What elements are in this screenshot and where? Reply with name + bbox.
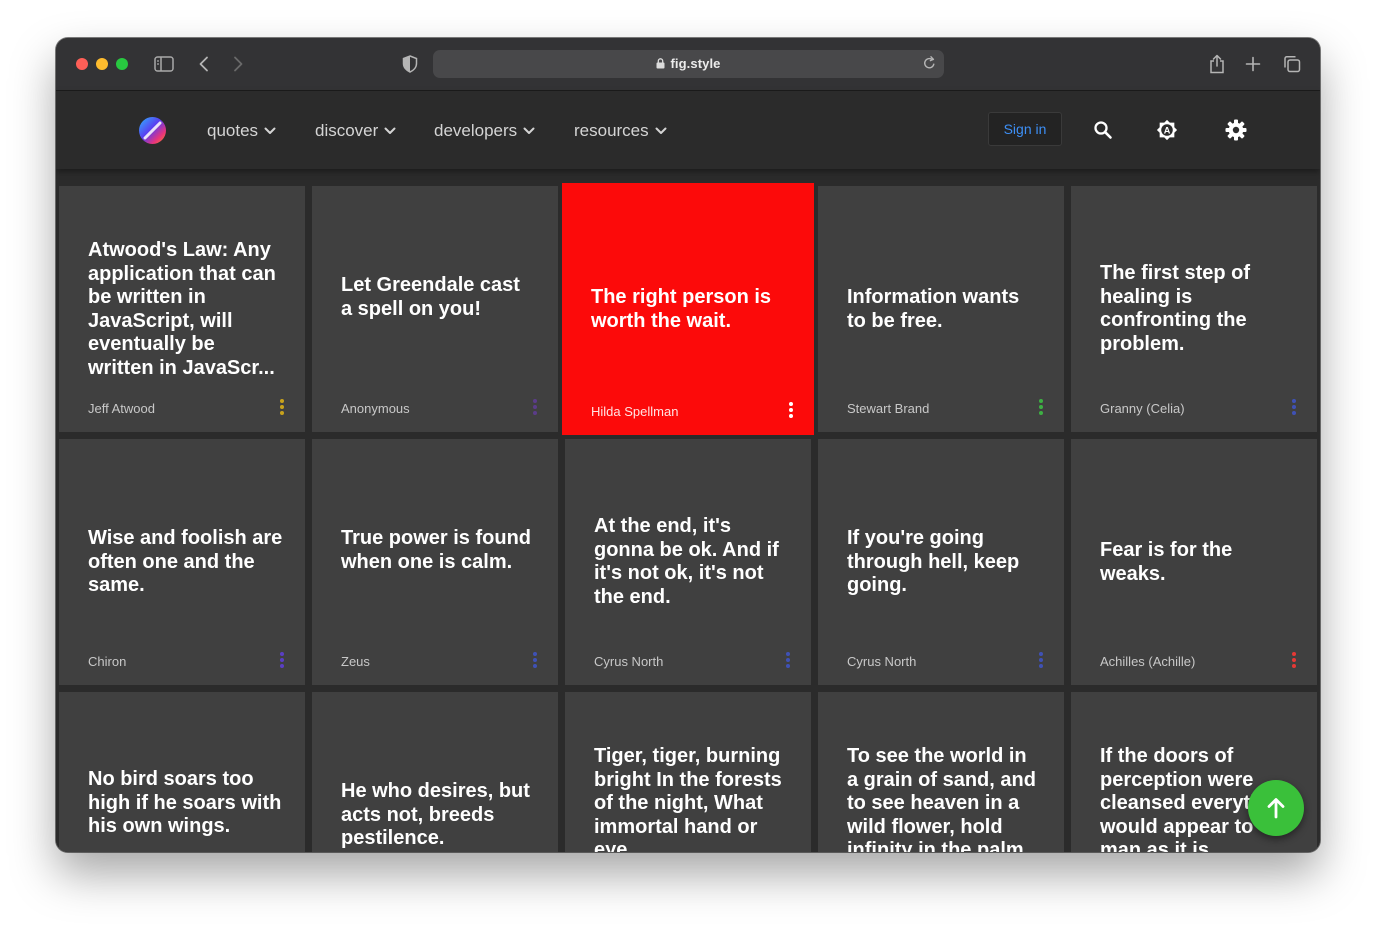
quote-author: Jeff Atwood bbox=[88, 401, 155, 416]
quote-card[interactable]: The first step of healing is confronting… bbox=[1071, 186, 1317, 432]
quote-card[interactable]: Tiger, tiger, burning bright In the fore… bbox=[565, 692, 811, 852]
quote-card[interactable]: At the end, it's gonna be ok. And if it'… bbox=[565, 439, 811, 685]
quote-text: At the end, it's gonna be ok. And if it'… bbox=[594, 515, 779, 608]
quote-card[interactable]: If you're going through hell, keep going… bbox=[818, 439, 1064, 685]
svg-text:A: A bbox=[1164, 125, 1171, 135]
more-options-icon[interactable] bbox=[279, 399, 285, 415]
quote-author: Anonymous bbox=[341, 401, 410, 416]
lock-icon bbox=[656, 57, 665, 72]
quote-card-highlighted[interactable]: The right person is worth the wait. Hild… bbox=[562, 183, 814, 435]
more-options-icon[interactable] bbox=[788, 402, 794, 418]
quote-card[interactable]: He who desires, but acts not, breeds pes… bbox=[312, 692, 558, 852]
close-window-button[interactable] bbox=[76, 58, 88, 70]
quote-author: Granny (Celia) bbox=[1100, 401, 1185, 416]
tabs-overview-icon[interactable] bbox=[1280, 52, 1304, 76]
quote-card[interactable]: Information wants to be free. Stewart Br… bbox=[818, 186, 1064, 432]
more-options-icon[interactable] bbox=[1291, 652, 1297, 668]
settings-gear-icon[interactable] bbox=[1225, 119, 1247, 141]
quote-text: The first step of healing is confronting… bbox=[1100, 262, 1251, 355]
more-options-icon[interactable] bbox=[279, 652, 285, 668]
back-icon[interactable] bbox=[192, 52, 216, 76]
quote-text: He who desires, but acts not, breeds pes… bbox=[341, 780, 530, 849]
new-tab-icon[interactable] bbox=[1241, 52, 1265, 76]
url-text: fig.style bbox=[670, 56, 721, 71]
shield-icon[interactable] bbox=[398, 52, 422, 76]
logo-icon[interactable] bbox=[138, 116, 167, 145]
quote-text: No bird soars too high if he soars with … bbox=[88, 768, 282, 837]
quote-text: Tiger, tiger, burning bright In the fore… bbox=[594, 745, 782, 852]
menu-developers-label: developers bbox=[434, 121, 518, 140]
menu-quotes-label: quotes bbox=[207, 121, 259, 140]
site-header: quotes discover developers resources Sig… bbox=[56, 91, 1320, 169]
quote-card[interactable]: True power is found when one is calm. Ze… bbox=[312, 439, 558, 685]
reload-icon[interactable] bbox=[923, 56, 936, 75]
menu-resources-label: resources bbox=[574, 121, 649, 140]
more-options-icon[interactable] bbox=[1038, 652, 1044, 668]
quote-text: Fear is for the weaks. bbox=[1100, 539, 1233, 585]
chevron-down-icon bbox=[384, 127, 396, 134]
quote-card[interactable]: Wise and foolish are often one and the s… bbox=[59, 439, 305, 685]
search-icon[interactable] bbox=[1092, 119, 1114, 141]
menu-discover-label: discover bbox=[315, 121, 379, 140]
chevron-down-icon bbox=[523, 127, 535, 134]
quote-author: Cyrus North bbox=[594, 654, 664, 669]
quotes-grid: Atwood's Law: Any application that can b… bbox=[56, 169, 1320, 852]
quote-text: Let Greendale cast a spell on you! bbox=[341, 274, 520, 320]
browser-toolbar: fig.style bbox=[56, 38, 1320, 91]
quote-card[interactable]: Let Greendale cast a spell on you! Anony… bbox=[312, 186, 558, 432]
share-icon[interactable] bbox=[1205, 52, 1229, 76]
scroll-to-top-button[interactable] bbox=[1248, 780, 1304, 836]
quote-card[interactable]: To see the world in a grain of sand, and… bbox=[818, 692, 1064, 852]
quote-author: Chiron bbox=[88, 654, 127, 669]
quote-text: If you're going through hell, keep going… bbox=[847, 527, 1020, 596]
quote-author: Zeus bbox=[341, 654, 370, 669]
quote-text: The right person is worth the wait. bbox=[591, 286, 772, 332]
menu-resources[interactable]: resources bbox=[574, 121, 667, 141]
quote-author: Achilles (Achille) bbox=[1100, 654, 1196, 669]
zoom-window-button[interactable] bbox=[116, 58, 128, 70]
quote-author: Stewart Brand bbox=[847, 401, 930, 416]
browser-window: fig.style quotes discover developers res… bbox=[56, 38, 1320, 852]
menu-developers[interactable]: developers bbox=[434, 121, 535, 141]
quote-text: Atwood's Law: Any application that can b… bbox=[88, 239, 276, 378]
quote-card[interactable]: Fear is for the weaks. Achilles (Achille… bbox=[1071, 439, 1317, 685]
quote-card[interactable]: No bird soars too high if he soars with … bbox=[59, 692, 305, 852]
chevron-down-icon bbox=[655, 127, 667, 134]
chevron-down-icon bbox=[264, 127, 276, 134]
forward-icon[interactable] bbox=[226, 52, 250, 76]
more-options-icon[interactable] bbox=[532, 652, 538, 668]
quote-text: To see the world in a grain of sand, and… bbox=[847, 745, 1036, 852]
quote-author: Hilda Spellman bbox=[591, 404, 679, 419]
quote-card[interactable]: Atwood's Law: Any application that can b… bbox=[59, 186, 305, 432]
minimize-window-button[interactable] bbox=[96, 58, 108, 70]
more-options-icon[interactable] bbox=[1291, 399, 1297, 415]
address-bar[interactable]: fig.style bbox=[433, 50, 944, 78]
menu-quotes[interactable]: quotes bbox=[207, 121, 276, 141]
quote-text: Information wants to be free. bbox=[847, 286, 1020, 332]
more-options-icon[interactable] bbox=[785, 652, 791, 668]
sign-in-button[interactable]: Sign in bbox=[988, 112, 1062, 146]
theme-auto-icon[interactable]: A bbox=[1156, 119, 1178, 141]
arrow-up-icon bbox=[1267, 798, 1285, 819]
menu-discover[interactable]: discover bbox=[315, 121, 396, 141]
more-options-icon[interactable] bbox=[1038, 399, 1044, 415]
quote-text: Wise and foolish are often one and the s… bbox=[88, 527, 283, 596]
more-options-icon[interactable] bbox=[532, 399, 538, 415]
quote-author: Cyrus North bbox=[847, 654, 917, 669]
sidebar-icon[interactable] bbox=[152, 52, 176, 76]
quote-text: True power is found when one is calm. bbox=[341, 527, 532, 573]
